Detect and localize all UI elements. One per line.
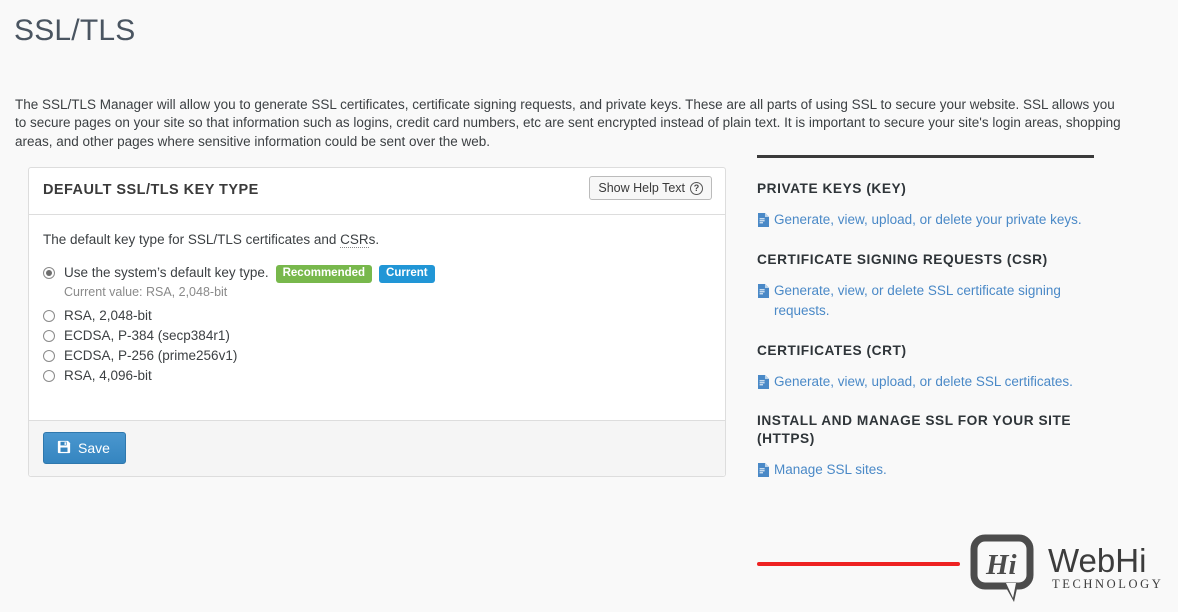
sidebar-link-certificates[interactable]: Generate, view, upload, or delete SSL ce… <box>757 372 1094 393</box>
radio-input-rsa-4096[interactable] <box>43 370 55 382</box>
svg-text:Hi: Hi <box>985 549 1017 581</box>
radio-text-system-default: Use the system’s default key type. <box>64 265 269 280</box>
panel-title: DEFAULT SSL/TLS KEY TYPE <box>43 182 259 198</box>
red-annotation-underline <box>757 562 960 566</box>
panel-heading: DEFAULT SSL/TLS KEY TYPE Show Help Text … <box>29 168 725 215</box>
radio-label-rsa-4096[interactable]: RSA, 4,096-bit <box>64 366 152 386</box>
radio-label-system-default[interactable]: Use the system’s default key type. Recomm… <box>64 263 435 283</box>
sidebar-link-private-keys[interactable]: Generate, view, upload, or delete your p… <box>757 210 1094 231</box>
file-document-icon <box>757 374 769 396</box>
radio-option-ecdsa-p256[interactable]: ECDSA, P-256 (prime256v1) <box>43 346 711 366</box>
panel-description-prefix: The default key type for SSL/TLS certifi… <box>43 232 341 247</box>
panel-footer: Save <box>29 420 725 476</box>
radio-option-system-default[interactable]: Use the system’s default key type. Recomm… <box>43 263 711 283</box>
sidebar-heading-csr: CERTIFICATE SIGNING REQUESTS (CSR) <box>757 251 1048 267</box>
badge-current: Current <box>379 265 435 283</box>
key-type-radio-group: Use the system’s default key type. Recomm… <box>43 263 711 386</box>
sidebar-link-manage-ssl-sites[interactable]: Manage SSL sites. <box>757 460 1094 481</box>
intro-paragraph: The SSL/TLS Manager will allow you to ge… <box>15 96 1121 149</box>
radio-option-ecdsa-p384[interactable]: ECDSA, P-384 (secp384r1) <box>43 326 711 346</box>
radio-input-ecdsa-p256[interactable] <box>43 350 55 362</box>
default-key-type-panel: DEFAULT SSL/TLS KEY TYPE Show Help Text … <box>28 167 726 477</box>
radio-input-ecdsa-p384[interactable] <box>43 330 55 342</box>
file-document-icon <box>757 463 769 484</box>
sidebar-link-csr[interactable]: Generate, view, or delete SSL certificat… <box>757 281 1094 322</box>
panel-description: The default key type for SSL/TLS certifi… <box>43 231 711 249</box>
sidebar: PRIVATE KEYS (KEY) Generate, view, uploa… <box>757 155 1094 501</box>
radio-label-ecdsa-p256[interactable]: ECDSA, P-256 (prime256v1) <box>64 346 237 366</box>
radio-label-ecdsa-p384[interactable]: ECDSA, P-384 (secp384r1) <box>64 326 230 346</box>
sidebar-heading-certificates: CERTIFICATES (CRT) <box>757 342 907 358</box>
sidebar-link-csr-label: Generate, view, or delete SSL certificat… <box>774 282 1061 319</box>
sidebar-link-certificates-label: Generate, view, upload, or delete SSL ce… <box>774 373 1073 389</box>
badge-recommended: Recommended <box>275 265 373 283</box>
radio-input-system-default[interactable] <box>43 267 55 279</box>
question-circle-icon: ? <box>690 181 703 195</box>
save-button-label: Save <box>78 440 110 456</box>
radio-option-rsa-2048[interactable]: RSA, 2,048-bit <box>43 306 711 326</box>
save-button[interactable]: Save <box>43 432 126 464</box>
sidebar-heading-private-keys: PRIVATE KEYS (KEY) <box>757 181 907 196</box>
file-document-icon <box>757 283 769 305</box>
floppy-disk-icon <box>57 440 71 456</box>
svg-text:WebHi: WebHi <box>1048 542 1146 579</box>
page-title: SSL/TLS <box>14 14 136 47</box>
sidebar-link-manage-ssl-sites-label: Manage SSL sites. <box>774 462 887 477</box>
webhi-logo: Hi WebHi TECHNOLOGY <box>968 532 1168 604</box>
panel-body: The default key type for SSL/TLS certifi… <box>29 215 725 420</box>
file-document-icon <box>757 213 769 234</box>
radio-input-rsa-2048[interactable] <box>43 310 55 322</box>
radio-option-rsa-4096[interactable]: RSA, 4,096-bit <box>43 366 711 386</box>
panel-description-suffix: s. <box>368 232 380 247</box>
svg-text:TECHNOLOGY: TECHNOLOGY <box>1052 577 1163 591</box>
csr-abbreviation: CSR <box>340 232 369 248</box>
radio-label-rsa-2048[interactable]: RSA, 2,048-bit <box>64 306 152 326</box>
sidebar-link-private-keys-label: Generate, view, upload, or delete your p… <box>774 212 1082 227</box>
current-value-text: Current value: RSA, 2,048-bit <box>64 285 228 299</box>
sidebar-heading-install-manage-ssl: INSTALL AND MANAGE SSL FOR YOUR SITE (HT… <box>757 413 1072 446</box>
show-help-text-button[interactable]: Show Help Text ? <box>589 176 712 200</box>
show-help-text-label: Show Help Text <box>598 180 685 195</box>
